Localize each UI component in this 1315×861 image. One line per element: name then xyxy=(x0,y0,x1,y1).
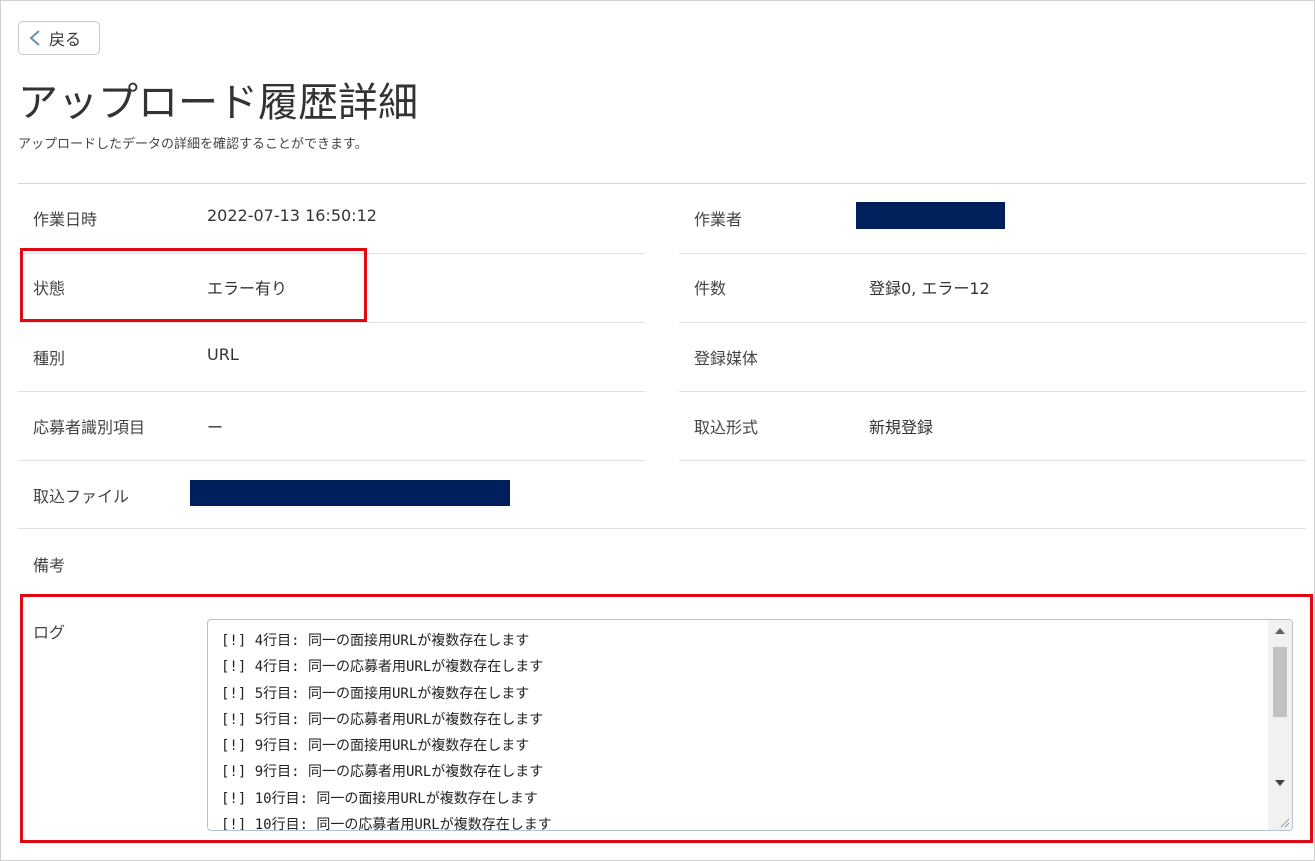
import-file-label: 取込ファイル xyxy=(33,487,130,506)
divider xyxy=(18,183,1306,184)
media-label: 登録媒体 xyxy=(694,349,759,368)
chevron-left-icon xyxy=(29,30,40,46)
row-divider xyxy=(679,460,1306,461)
row-divider xyxy=(18,460,645,461)
back-button[interactable]: 戻る xyxy=(18,21,100,55)
row-divider xyxy=(679,391,1306,392)
import-format-label: 取込形式 xyxy=(694,418,759,437)
count-label: 件数 xyxy=(694,279,727,298)
import-format-value: 新規登録 xyxy=(869,418,934,437)
back-button-label: 戻る xyxy=(49,30,82,49)
page-description: アップロードしたデータの詳細を確認することができます。 xyxy=(18,137,368,152)
worker-value-redacted xyxy=(856,202,1005,229)
worker-label: 作業者 xyxy=(694,210,743,229)
type-value: URL xyxy=(207,345,239,364)
type-label: 種別 xyxy=(33,349,66,368)
page-title: アップロード履歴詳細 xyxy=(18,80,418,126)
row-divider xyxy=(18,322,645,323)
row-divider xyxy=(679,253,1306,254)
row-divider xyxy=(18,528,1306,529)
remarks-label: 備考 xyxy=(33,556,66,575)
row-divider xyxy=(18,391,645,392)
work-datetime-label: 作業日時 xyxy=(33,210,98,229)
status-highlight-box xyxy=(20,248,367,322)
work-datetime-value: 2022-07-13 16:50:12 xyxy=(207,206,377,225)
count-value: 登録0, エラー12 xyxy=(869,279,990,298)
applicant-id-item-label: 応募者識別項目 xyxy=(33,418,146,437)
import-file-value-redacted xyxy=(190,480,510,506)
row-divider xyxy=(679,322,1306,323)
log-highlight-box xyxy=(20,594,1313,843)
applicant-id-item-value: ー xyxy=(207,418,224,437)
